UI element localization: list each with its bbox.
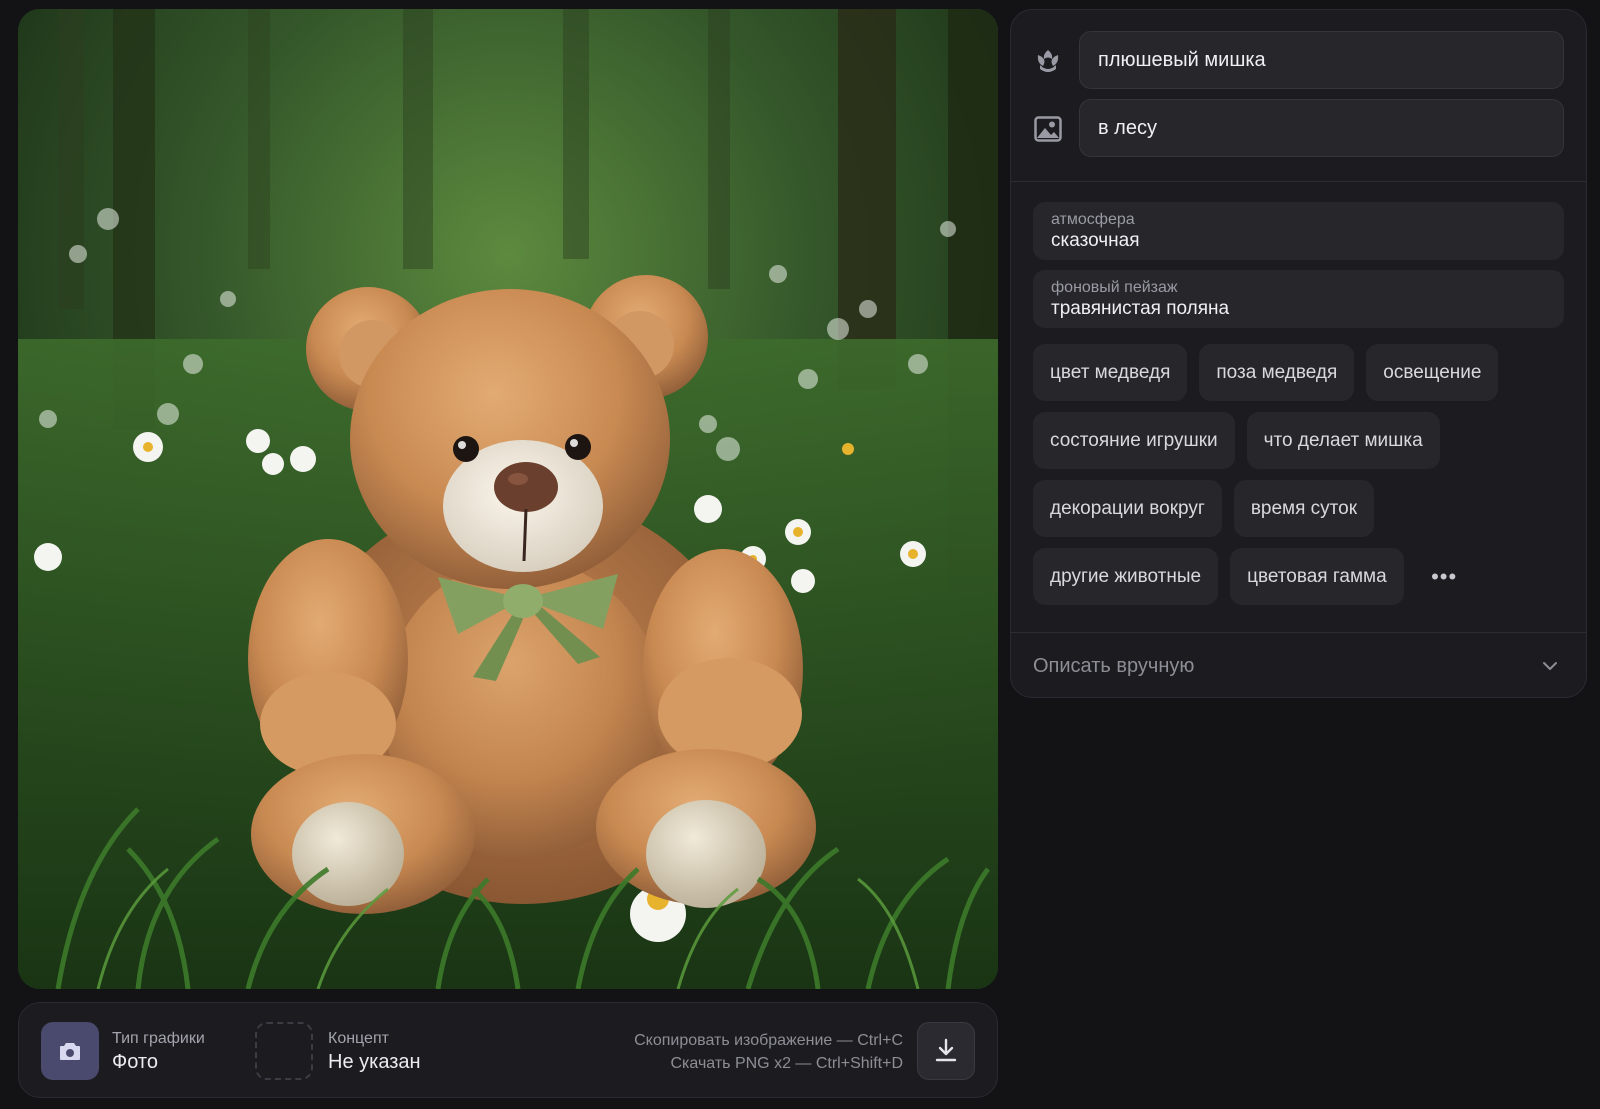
chip-color-palette[interactable]: цветовая гамма <box>1230 548 1404 605</box>
chip-lighting[interactable]: освещение <box>1366 344 1499 401</box>
concept-value: Не указан <box>328 1051 421 1073</box>
graphic-type-label: Тип графики <box>112 1030 205 1047</box>
chip-bear-color[interactable]: цвет медведя <box>1033 344 1188 401</box>
more-options-button[interactable]: ••• <box>1416 548 1473 605</box>
teddy-bear-photo <box>18 9 998 989</box>
subject-row: плюшевый мишка <box>1011 31 1586 89</box>
chip-bear-pose[interactable]: поза медведя <box>1199 344 1355 401</box>
prompt-panel: плюшевый мишка в лесу атмосфера сказочна… <box>1010 9 1587 698</box>
concept-label: Концепт <box>328 1030 389 1047</box>
manual-description-label: Описать вручную <box>1033 654 1195 677</box>
concept-button[interactable] <box>255 1022 313 1080</box>
panel-divider <box>1011 181 1586 182</box>
setting-row: в лесу <box>1011 99 1586 157</box>
subject-input[interactable]: плюшевый мишка <box>1079 31 1564 89</box>
attribute-label: фоновый пейзаж <box>1051 279 1178 296</box>
attribute-value: сказочная <box>1051 230 1140 251</box>
attribute-background[interactable]: фоновый пейзаж травянистая поляна <box>1033 270 1564 328</box>
suggestion-chips: цвет медведя поза медведя освещение сост… <box>1033 344 1564 605</box>
graphic-type-value: Фото <box>112 1051 158 1073</box>
shortcut-hints: Скопировать изображение — Ctrl+C Скачать… <box>634 1029 903 1075</box>
generated-image[interactable] <box>18 9 998 989</box>
graphic-type-info: Тип графики Фото <box>112 1029 205 1074</box>
chevron-down-icon <box>1543 662 1557 670</box>
download-icon <box>935 1038 957 1062</box>
attribute-atmosphere[interactable]: атмосфера сказочная <box>1033 202 1564 260</box>
flower-bud-icon <box>1033 46 1063 76</box>
graphic-type-button[interactable] <box>41 1022 99 1080</box>
app: Тип графики Фото Концепт Не указан Скопи… <box>0 0 1600 1109</box>
chip-decorations[interactable]: декорации вокруг <box>1033 480 1222 537</box>
download-button[interactable] <box>917 1022 975 1080</box>
chip-bear-action[interactable]: что делает мишка <box>1246 412 1440 469</box>
image-info-bar: Тип графики Фото Концепт Не указан Скопи… <box>18 1002 998 1098</box>
concept-info: Концепт Не указан <box>328 1029 421 1074</box>
chip-other-animals[interactable]: другие животные <box>1033 548 1219 605</box>
camera-icon <box>60 1043 80 1060</box>
image-landscape-icon <box>1033 114 1063 144</box>
setting-input[interactable]: в лесу <box>1079 99 1564 157</box>
manual-description-toggle[interactable]: Описать вручную <box>1011 633 1586 697</box>
chip-time-of-day[interactable]: время суток <box>1233 480 1375 537</box>
attribute-label: атмосфера <box>1051 211 1135 228</box>
attribute-value: травянистая поляна <box>1051 298 1230 319</box>
copy-shortcut-hint: Скопировать изображение — Ctrl+C <box>634 1032 903 1049</box>
download-shortcut-hint: Скачать PNG x2 — Ctrl+Shift+D <box>670 1055 904 1072</box>
chip-toy-condition[interactable]: состояние игрушки <box>1033 412 1235 469</box>
